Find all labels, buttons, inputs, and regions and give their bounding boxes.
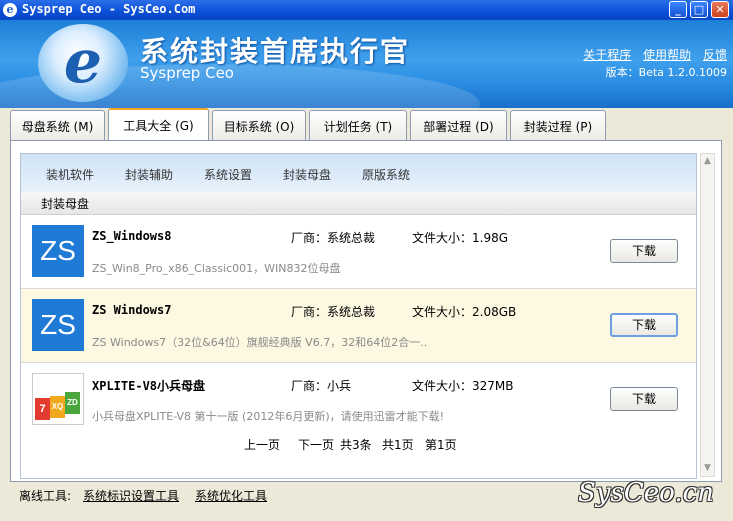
tab-package-process[interactable]: 封装过程 (P): [510, 110, 606, 140]
tool-list-container: 装机软件 封装辅助 系统设置 封装母盘 原版系统 封装母盘 ZS ZS_Wind…: [20, 153, 697, 479]
tab-content-panel: 装机软件 封装辅助 系统设置 封装母盘 原版系统 封装母盘 ZS ZS_Wind…: [10, 140, 722, 482]
section-title: 封装母盘: [41, 197, 90, 211]
help-link[interactable]: 使用帮助: [643, 48, 691, 62]
app-title-english: Sysprep Ceo: [140, 64, 234, 82]
zs-logo-icon: ZS: [32, 299, 84, 351]
tab-toolbox[interactable]: 工具大全 (G): [108, 108, 209, 140]
tab-master-system[interactable]: 母盘系统 (M): [10, 110, 105, 140]
tab-deploy-process[interactable]: 部署过程 (D): [410, 110, 507, 140]
version-label: 版本：Beta 1.2.0.1009: [605, 66, 727, 79]
item-name: ZS_Windows8: [92, 229, 172, 243]
item-description: 小兵母盘XPLITE-V8 第十一版 (2012年6月更新)，请使用迅雷才能下载…: [92, 410, 445, 423]
scroll-down-icon[interactable]: ▼: [701, 461, 714, 476]
item-name: ZS Windows7: [92, 303, 172, 317]
category-original-system[interactable]: 原版系统: [362, 166, 410, 183]
category-package-assist[interactable]: 封装辅助: [125, 166, 173, 183]
xplite-logo-icon: 7 XQ ZD: [32, 373, 84, 425]
logo: e: [38, 24, 128, 102]
item-vendor: 厂商：系统总裁: [291, 231, 376, 245]
item-description: ZS Windows7（32位&64位）旗舰经典版 V6.7，32和64位2合一…: [92, 336, 428, 349]
list-item: 7 XQ ZD XPLITE-V8小兵母盘 厂商：小兵 文件大小：327MB 小…: [21, 363, 696, 428]
window-title: Sysprep Ceo - SysCeo.Com: [22, 2, 196, 16]
download-button[interactable]: 下载: [610, 387, 678, 411]
system-optimize-tool-link[interactable]: 系统优化工具: [195, 487, 267, 504]
item-size: 文件大小：327MB: [412, 379, 514, 393]
tab-target-system[interactable]: 目标系统 (O): [212, 110, 306, 140]
maximize-button[interactable]: □: [690, 1, 708, 18]
item-vendor: 厂商：小兵: [291, 379, 352, 393]
download-button[interactable]: 下载: [610, 313, 678, 337]
category-master-disk[interactable]: 封装母盘: [283, 166, 331, 183]
header-banner: e 系统封装首席执行官 Sysprep Ceo 关于程序 使用帮助 反馈 版本：…: [0, 20, 733, 108]
prev-page-link[interactable]: 上一页: [244, 436, 280, 453]
total-pages: 共1页: [382, 438, 414, 452]
window-titlebar[interactable]: e Sysprep Ceo - SysCeo.Com _ □ ✕: [0, 0, 733, 20]
feedback-link[interactable]: 反馈: [703, 48, 727, 62]
logo-block-green: ZD: [65, 392, 80, 414]
category-system-settings[interactable]: 系统设置: [204, 166, 252, 183]
total-count: 共3条: [340, 438, 372, 452]
header-links: 关于程序 使用帮助 反馈: [575, 46, 727, 63]
app-icon: e: [3, 3, 17, 17]
logo-block-orange: XQ: [50, 396, 65, 418]
system-id-tool-link[interactable]: 系统标识设置工具: [83, 487, 179, 504]
category-install-software[interactable]: 装机软件: [46, 166, 94, 183]
item-name: XPLITE-V8小兵母盘: [92, 379, 206, 393]
current-page: 第1页: [425, 438, 457, 452]
category-nav: 装机软件 封装辅助 系统设置 封装母盘 原版系统: [21, 154, 696, 192]
next-page-link[interactable]: 下一页: [298, 436, 334, 453]
zs-logo-icon: ZS: [32, 225, 84, 277]
about-link[interactable]: 关于程序: [583, 48, 631, 62]
scroll-up-icon[interactable]: ▲: [701, 154, 714, 169]
list-item: ZS ZS Windows7 厂商：系统总裁 文件大小：2.08GB ZS Wi…: [21, 289, 696, 363]
minimize-button[interactable]: _: [669, 1, 687, 18]
download-button[interactable]: 下载: [610, 239, 678, 263]
item-description: ZS_Win8_Pro_x86_Classic001，WIN832位母盘: [92, 262, 341, 275]
watermark: SysCeo.cn: [578, 478, 714, 508]
close-button[interactable]: ✕: [711, 1, 729, 18]
tab-scheduled-tasks[interactable]: 计划任务 (T): [309, 110, 407, 140]
section-header: 封装母盘: [21, 192, 696, 215]
vertical-scrollbar[interactable]: ▲ ▼: [700, 153, 715, 477]
list-item: ZS ZS_Windows8 厂商：系统总裁 文件大小：1.98G ZS_Win…: [21, 215, 696, 289]
logo-block-red: 7: [35, 398, 50, 420]
offline-tools-label: 离线工具:: [19, 489, 72, 503]
item-vendor: 厂商：系统总裁: [291, 305, 376, 319]
item-size: 文件大小：1.98G: [412, 231, 509, 245]
item-size: 文件大小：2.08GB: [412, 305, 517, 319]
